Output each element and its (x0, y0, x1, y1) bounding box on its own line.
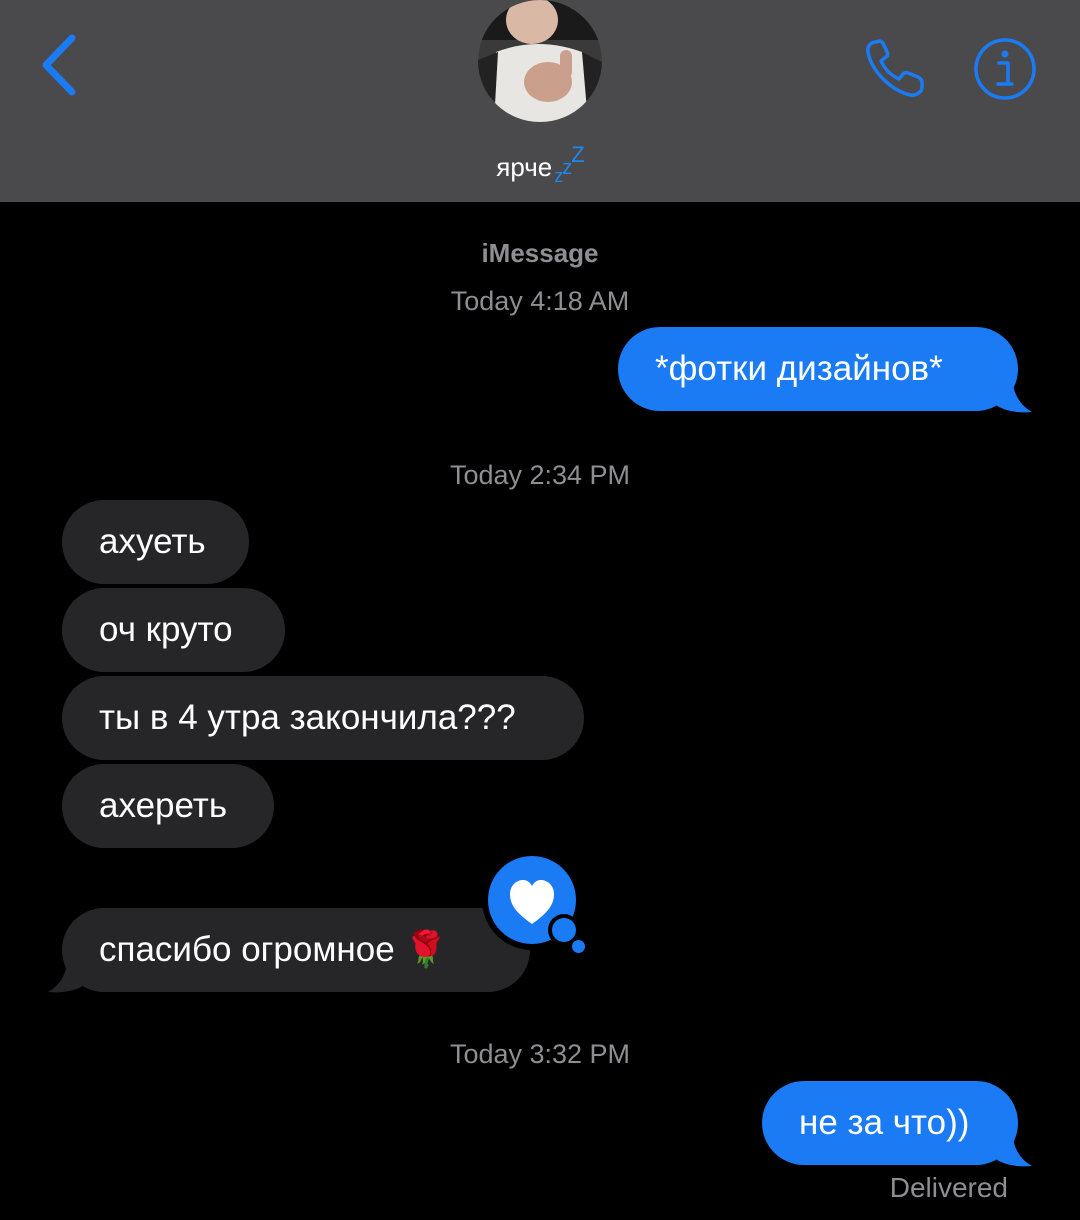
message-text: спасибо огромное 🌹 (99, 930, 448, 969)
bubble-tail (990, 378, 1032, 413)
incoming-message-bubble[interactable]: ахуеть (62, 500, 249, 584)
outgoing-message-bubble[interactable]: не за что)) (762, 1081, 1018, 1165)
reaction-dot (572, 940, 585, 953)
outgoing-message-bubble[interactable]: *фотки дизайнов* (618, 327, 1018, 411)
message-text: *фотки дизайнов* (655, 349, 943, 388)
service-label: iMessage (481, 238, 599, 268)
incoming-message-bubble[interactable]: оч круто (62, 588, 285, 672)
message-text: не за что)) (799, 1103, 970, 1142)
phone-icon[interactable] (862, 36, 930, 102)
contact-name-text: ярче (496, 152, 553, 182)
bubble-tail (48, 958, 90, 993)
info-icon[interactable] (972, 36, 1038, 102)
conversation-header: ярче zzZ (0, 0, 1080, 202)
incoming-message-bubble[interactable]: спасибо огромное 🌹 (62, 908, 530, 992)
sleep-status-icon: zzZ (554, 142, 584, 186)
message-text: ахереть (99, 786, 228, 825)
incoming-message-bubble[interactable]: ахереть (62, 764, 274, 848)
message-text: ты в 4 утра закончила??? (99, 698, 516, 737)
message-text: ахуеть (99, 522, 206, 561)
timestamp: Today 2:34 PM (449, 460, 631, 490)
message-text: оч круто (99, 610, 233, 649)
timestamp: Today 4:18 AM (450, 286, 630, 316)
incoming-message-bubble[interactable]: ты в 4 утра закончила??? (62, 676, 584, 760)
chevron-left-icon[interactable] (34, 30, 90, 100)
timestamp: Today 3:32 PM (449, 1039, 631, 1069)
bubble-tail (990, 1132, 1032, 1167)
contact-name[interactable]: ярче zzZ (0, 142, 1080, 187)
reaction-dot (552, 918, 576, 942)
avatar[interactable] (478, 0, 602, 122)
delivery-status: Delivered (889, 1172, 1008, 1203)
